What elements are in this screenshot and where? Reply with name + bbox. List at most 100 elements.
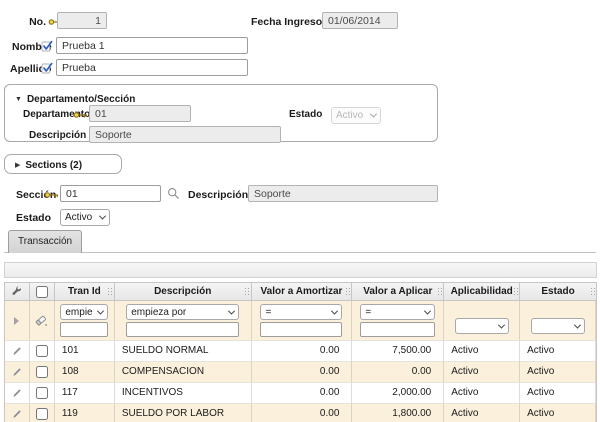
fecha-ingreso-input — [322, 12, 398, 29]
valor-amortizar-filter-input[interactable] — [260, 322, 342, 337]
pencil-icon — [11, 388, 22, 399]
departamento-input — [89, 105, 191, 122]
sections-button-label: Sections (2) — [25, 160, 82, 171]
row-edit-cell[interactable] — [5, 403, 30, 422]
descripcion-filter-input[interactable] — [126, 322, 239, 337]
column-header-label: Aplicabilidad — [451, 286, 513, 297]
select-all-checkbox[interactable] — [36, 286, 48, 298]
row-select-cell — [30, 340, 55, 361]
row-checkbox[interactable] — [36, 366, 48, 378]
valor-aplicar-filter-input[interactable] — [360, 322, 435, 337]
cell-valor-amortizar: 0.00 — [252, 361, 353, 382]
fecha-ingreso-label: Fecha Ingreso — [251, 16, 322, 28]
cell-descripcion: COMPENSACION — [115, 361, 252, 382]
descripcion-input — [89, 126, 281, 143]
valor-aplicar-value: 1,800.00 — [392, 408, 431, 419]
cell-estado: Activo — [520, 340, 596, 361]
column-handle-icon[interactable] — [435, 288, 440, 296]
cell-aplicabilidad: Activo — [444, 361, 520, 382]
apellido-input[interactable] — [56, 59, 248, 76]
row-edit-cell[interactable] — [5, 361, 30, 382]
column-header-valor-amortizar[interactable]: Valor a Amortizar — [252, 283, 353, 301]
transacciones-grid: Tran Id Descripción Valor a Amortizar Va… — [4, 282, 597, 422]
row-edit-cell[interactable] — [5, 340, 30, 361]
departamento-label: Departamento — [23, 109, 73, 120]
column-header-descripcion[interactable]: Descripción — [115, 283, 252, 301]
eraser-icon — [35, 314, 48, 327]
filter-cell-descripcion: empieza por — [115, 301, 252, 340]
column-header-label: Descripción — [154, 286, 211, 297]
wrench-icon — [11, 286, 22, 297]
tab-transaccion-label: Transacción — [18, 236, 72, 247]
cell-tran-id: 101 — [55, 340, 115, 361]
aplicabilidad-value: Activo — [451, 408, 478, 419]
tran-id-value: 117 — [62, 387, 78, 398]
descripcion-operator-select[interactable]: empieza por — [126, 304, 239, 320]
tab-transaccion[interactable]: Transacción — [8, 230, 82, 253]
valor-amortizar-value: 0.00 — [320, 366, 339, 377]
cell-valor-aplicar: 1,800.00 — [352, 403, 444, 422]
estado-value: Activo — [527, 345, 554, 356]
valor-amortizar-value: 0.00 — [320, 345, 339, 356]
row-checkbox[interactable] — [36, 408, 48, 420]
filter-cell-valor-amortizar: = — [252, 301, 353, 340]
column-header-label: Estado — [541, 286, 574, 297]
search-icon[interactable] — [167, 187, 180, 200]
column-handle-icon[interactable] — [243, 288, 248, 296]
row-checkbox[interactable] — [36, 387, 48, 399]
aplicabilidad-filter-select[interactable] — [455, 318, 509, 334]
grid-body: 101 SUELDO NORMAL 0.00 7,500.00 Activo A… — [5, 340, 596, 422]
cell-descripcion: INCENTIVOS — [115, 382, 252, 403]
pencil-icon — [11, 346, 22, 357]
collapse-triangle-icon: ▼ — [15, 96, 22, 103]
row-checkbox[interactable] — [36, 345, 48, 357]
estado-label: Estado — [289, 109, 322, 120]
table-row: 101 SUELDO NORMAL 0.00 7,500.00 Activo A… — [5, 340, 596, 361]
valor-aplicar-value: 2,000.00 — [392, 387, 431, 398]
estado-filter-select[interactable] — [531, 318, 585, 334]
cell-valor-amortizar: 0.00 — [252, 403, 353, 422]
valor-amortizar-value: 0.00 — [320, 408, 339, 419]
descripcion-value: SUELDO POR LABOR — [122, 408, 224, 419]
key-icon — [73, 110, 88, 120]
column-header-valor-aplicar[interactable]: Valor a Aplicar — [352, 283, 444, 301]
tran-id-value: 108 — [62, 366, 79, 377]
cell-estado: Activo — [520, 382, 596, 403]
seccion-estado-label: Estado — [16, 212, 51, 224]
clear-filter-cell[interactable] — [30, 301, 55, 340]
estado-value: Activo — [527, 387, 554, 398]
column-header-label: Valor a Amortizar — [261, 286, 343, 297]
cell-valor-aplicar: 2,000.00 — [352, 382, 444, 403]
row-edit-cell[interactable] — [5, 382, 30, 403]
column-handle-icon[interactable] — [106, 288, 111, 296]
tran-id-operator-select[interactable]: empieza por — [60, 304, 108, 320]
descripcion-label: Descripción — [29, 130, 86, 141]
grid-settings-cell[interactable] — [5, 283, 30, 301]
column-handle-icon[interactable] — [588, 288, 593, 296]
seccion-descripcion-input — [248, 185, 438, 202]
tran-id-value: 101 — [62, 345, 79, 356]
nombre-input[interactable] — [56, 37, 248, 54]
aplicabilidad-value: Activo — [451, 366, 478, 377]
column-header-estado[interactable]: Estado — [520, 283, 596, 301]
seccion-input[interactable] — [60, 185, 161, 202]
departamento-region-title: Departamento/Sección — [27, 94, 135, 105]
estado-value: Activo — [527, 408, 554, 419]
descripcion-value: COMPENSACION — [122, 366, 204, 377]
column-header-tran-id[interactable]: Tran Id — [55, 283, 115, 301]
tran-id-filter-input[interactable] — [60, 322, 108, 337]
column-handle-icon[interactable] — [511, 288, 516, 296]
column-header-label: Valor a Aplicar — [363, 286, 432, 297]
table-row: 119 SUELDO POR LABOR 0.00 1,800.00 Activ… — [5, 403, 596, 422]
column-header-aplicabilidad[interactable]: Aplicabilidad — [444, 283, 520, 301]
sections-region-button[interactable]: ▶Sections (2) — [4, 154, 122, 174]
aplicabilidad-value: Activo — [451, 345, 478, 356]
edit-check-icon — [41, 62, 53, 74]
valor-aplicar-operator-select[interactable]: = — [360, 304, 435, 320]
cell-tran-id: 108 — [55, 361, 115, 382]
column-handle-icon[interactable] — [343, 288, 348, 296]
select-all-cell — [30, 283, 55, 301]
seccion-estado-select[interactable]: Activo — [60, 209, 110, 226]
grid-header-row: Tran Id Descripción Valor a Amortizar Va… — [5, 283, 596, 301]
valor-amortizar-operator-select[interactable]: = — [260, 304, 342, 320]
